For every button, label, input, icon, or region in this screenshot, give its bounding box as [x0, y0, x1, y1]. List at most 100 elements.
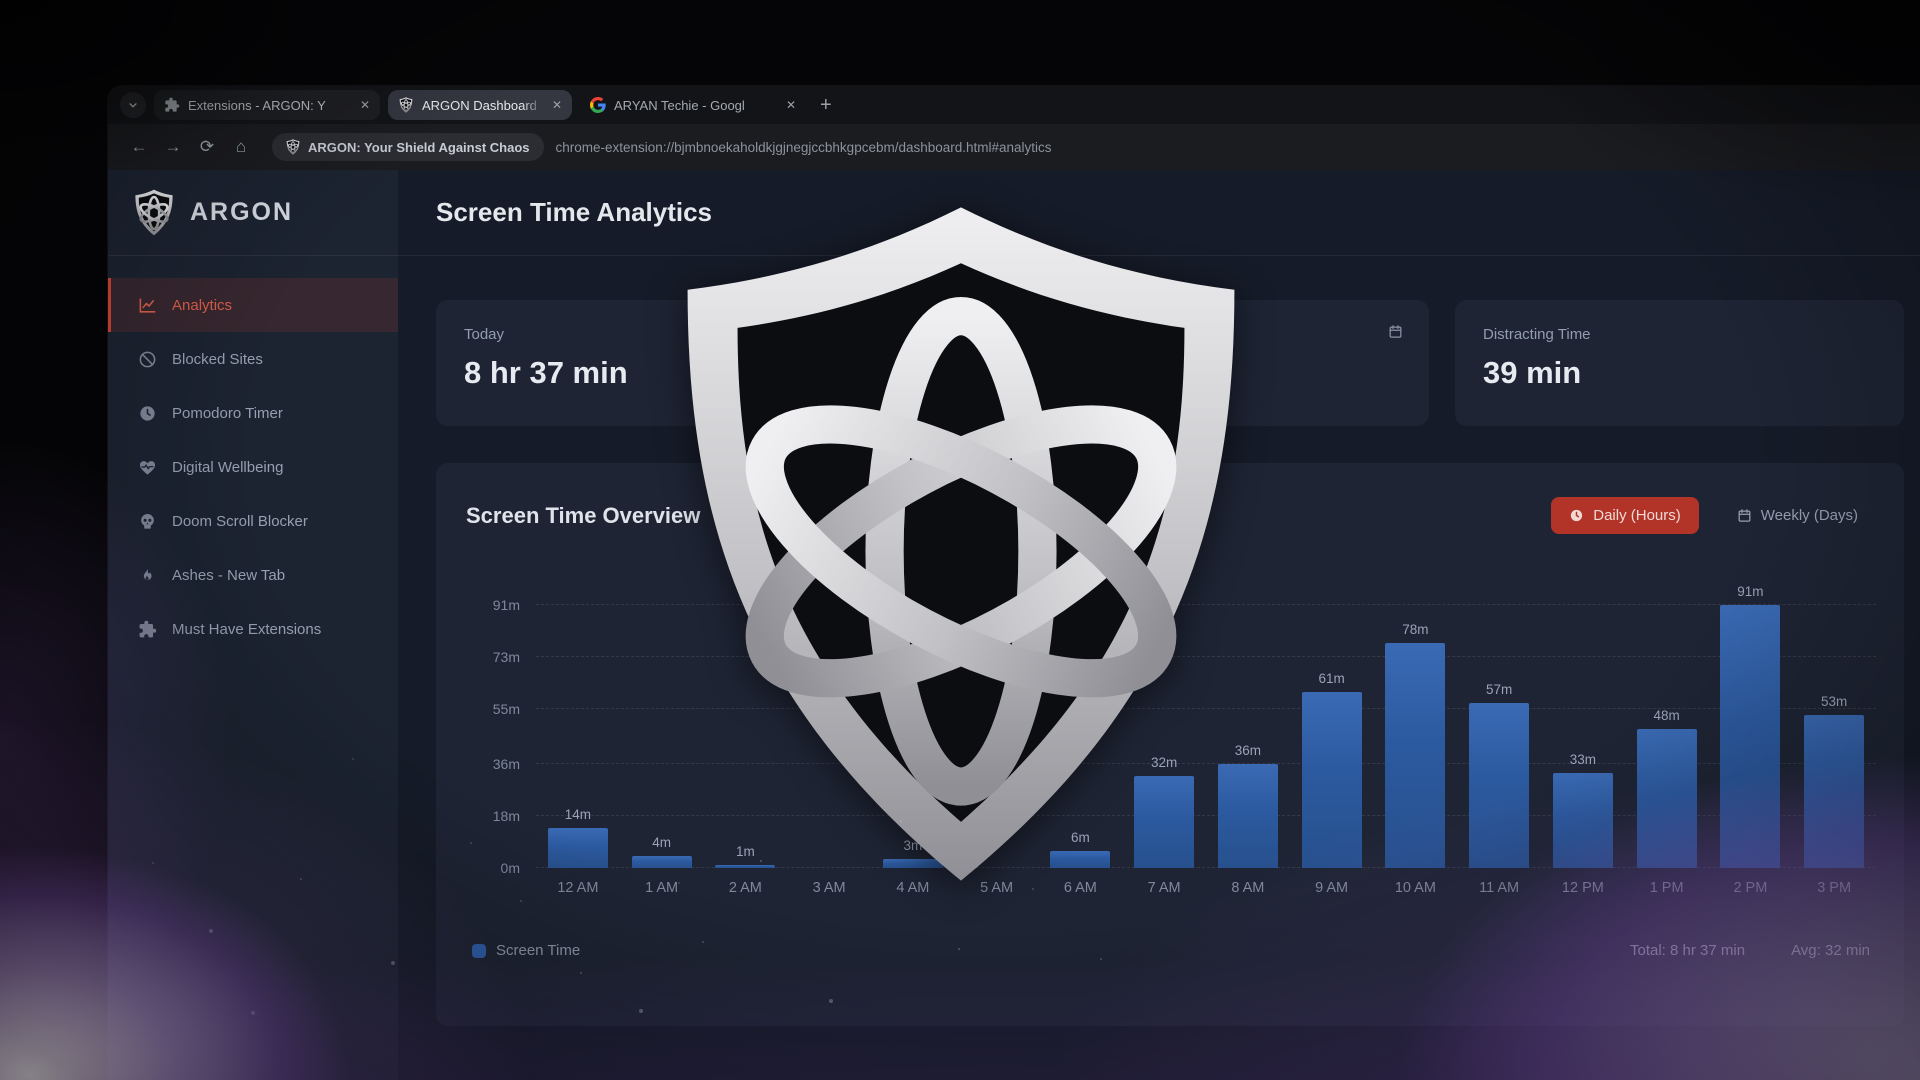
y-axis-label: 36m [493, 756, 520, 772]
bar [1804, 715, 1864, 868]
sidebar-item-label: Blocked Sites [172, 351, 263, 368]
reload-icon[interactable]: ⟳ [192, 132, 222, 162]
close-icon[interactable]: ✕ [552, 98, 562, 112]
legend-screen-time[interactable]: Screen Time [472, 942, 580, 959]
flame-icon [138, 566, 157, 585]
sidebar-header: ARGON [108, 170, 398, 256]
sidebar-item-doom-scroll-blocker[interactable]: Doom Scroll Blocker [108, 494, 398, 548]
y-axis: 0m18m36m55m73m91m [466, 576, 536, 868]
bar-value-label: 53m [1821, 694, 1847, 709]
extension-badge-label: ARGON: Your Shield Against Chaos [308, 140, 530, 155]
legend-swatch [472, 944, 486, 958]
x-axis-label: 12 PM [1541, 880, 1625, 896]
y-axis-label: 0m [501, 860, 520, 876]
argon-logo-icon [134, 189, 174, 236]
argon-shield-icon [286, 139, 300, 155]
sidebar-nav: Analytics Blocked Sites Pomodoro Timer D… [108, 256, 398, 656]
daily-button-label: Daily (Hours) [1593, 507, 1681, 524]
sidebar-item-pomodoro-timer[interactable]: Pomodoro Timer [108, 386, 398, 440]
x-axis-label: 2 PM [1709, 880, 1793, 896]
tab-bar: Extensions - ARGON: Y ✕ ARGON Dashboard … [108, 86, 1920, 124]
extension-badge[interactable]: ARGON: Your Shield Against Chaos [272, 133, 544, 161]
bar-column[interactable]: 48m [1625, 708, 1709, 868]
bar-value-label: 48m [1653, 708, 1679, 723]
bar [1385, 643, 1445, 868]
x-axis-label: 3 PM [1792, 880, 1876, 896]
bar-column[interactable]: 61m [1290, 671, 1374, 868]
sidebar-item-ashes-new-tab[interactable]: Ashes - New Tab [108, 548, 398, 602]
chevron-down-icon [126, 98, 140, 112]
bar-column[interactable]: 14m [536, 807, 620, 868]
bar-column[interactable]: 53m [1792, 694, 1876, 868]
x-axis-label: 1 PM [1625, 880, 1709, 896]
chart-range-toggle: Daily (Hours) Weekly (Days) [1551, 497, 1876, 534]
sidebar-item-label: Must Have Extensions [172, 621, 321, 638]
sidebar-item-label: Ashes - New Tab [172, 567, 285, 584]
heart-pulse-icon [138, 458, 157, 477]
bar-value-label: 14m [565, 807, 591, 822]
stat-value: 39 min [1483, 355, 1876, 391]
sidebar-item-label: Pomodoro Timer [172, 405, 283, 422]
forward-icon[interactable]: → [158, 132, 188, 162]
calendar-icon [1737, 508, 1752, 523]
sidebar-item-must-have-extensions[interactable]: Must Have Extensions [108, 602, 398, 656]
avg-label: Avg: 32 min [1791, 942, 1870, 959]
skull-icon [138, 512, 157, 531]
desktop-background: Extensions - ARGON: Y ✕ ARGON Dashboard … [0, 0, 1920, 1080]
y-axis-label: 91m [493, 597, 520, 613]
address-url[interactable]: chrome-extension://bjmbnoekaholdkjgjnegj… [556, 140, 1052, 155]
bar-column[interactable]: 33m [1541, 752, 1625, 868]
sidebar-item-blocked-sites[interactable]: Blocked Sites [108, 332, 398, 386]
tab-label: Extensions - ARGON: Y [188, 98, 352, 113]
calendar-icon [1388, 324, 1403, 339]
sidebar-item-label: Digital Wellbeing [172, 459, 283, 476]
bar-column[interactable]: 78m [1374, 622, 1458, 868]
argon-shield-icon [398, 97, 414, 113]
x-axis-label: 10 AM [1374, 880, 1458, 896]
tab-label: ARGON Dashboard [422, 98, 544, 113]
sidebar-item-label: Doom Scroll Blocker [172, 513, 308, 530]
chart-footer: Screen Time Total: 8 hr 37 min Avg: 32 m… [466, 942, 1876, 959]
bar [1637, 729, 1697, 868]
google-icon [590, 97, 606, 113]
y-axis-label: 55m [493, 701, 520, 717]
chart-line-icon [138, 296, 157, 315]
chart-totals: Total: 8 hr 37 min Avg: 32 min [1630, 942, 1870, 959]
new-tab-button[interactable]: + [820, 94, 832, 117]
bar-column[interactable]: 57m [1457, 682, 1541, 868]
puzzle-icon [138, 620, 157, 639]
sidebar-item-digital-wellbeing[interactable]: Digital Wellbeing [108, 440, 398, 494]
puzzle-icon [164, 97, 180, 113]
block-icon [138, 350, 157, 369]
tab-aryan-techie[interactable]: ARYAN Techie - Googl ✕ [580, 90, 806, 120]
bar-column[interactable]: 91m [1709, 584, 1793, 868]
bar [1469, 703, 1529, 868]
legend-label: Screen Time [496, 942, 580, 959]
clock-icon [1569, 508, 1584, 523]
bar-value-label: 91m [1737, 584, 1763, 599]
bar [1553, 773, 1613, 868]
star-particles [0, 0, 2, 2]
x-axis-label: 11 AM [1457, 880, 1541, 896]
sidebar-item-analytics[interactable]: Analytics [108, 278, 398, 332]
tab-search-button[interactable] [120, 92, 146, 118]
brand-name: ARGON [190, 198, 293, 227]
x-axis-label: 12 AM [536, 880, 620, 896]
stat-label: Distracting Time [1483, 326, 1876, 343]
home-icon[interactable]: ⌂ [226, 132, 256, 162]
sidebar: ARGON Analytics Blocked Sites Pomodoro T… [108, 170, 398, 1080]
weekly-days-button[interactable]: Weekly (Days) [1719, 497, 1876, 534]
bar [1302, 692, 1362, 868]
close-icon[interactable]: ✕ [360, 98, 370, 112]
y-axis-label: 18m [493, 808, 520, 824]
browser-toolbar: ← → ⟳ ⌂ ARGON: Your Shield Against Chaos… [108, 124, 1920, 170]
close-icon[interactable]: ✕ [786, 98, 796, 112]
bar-value-label: 33m [1570, 752, 1596, 767]
clock-icon [138, 404, 157, 423]
tab-extensions[interactable]: Extensions - ARGON: Y ✕ [154, 90, 380, 120]
y-axis-label: 73m [493, 649, 520, 665]
back-icon[interactable]: ← [124, 132, 154, 162]
tab-argon-dashboard[interactable]: ARGON Dashboard ✕ [388, 90, 572, 120]
daily-hours-button[interactable]: Daily (Hours) [1551, 497, 1699, 534]
bar-value-label: 78m [1402, 622, 1428, 637]
